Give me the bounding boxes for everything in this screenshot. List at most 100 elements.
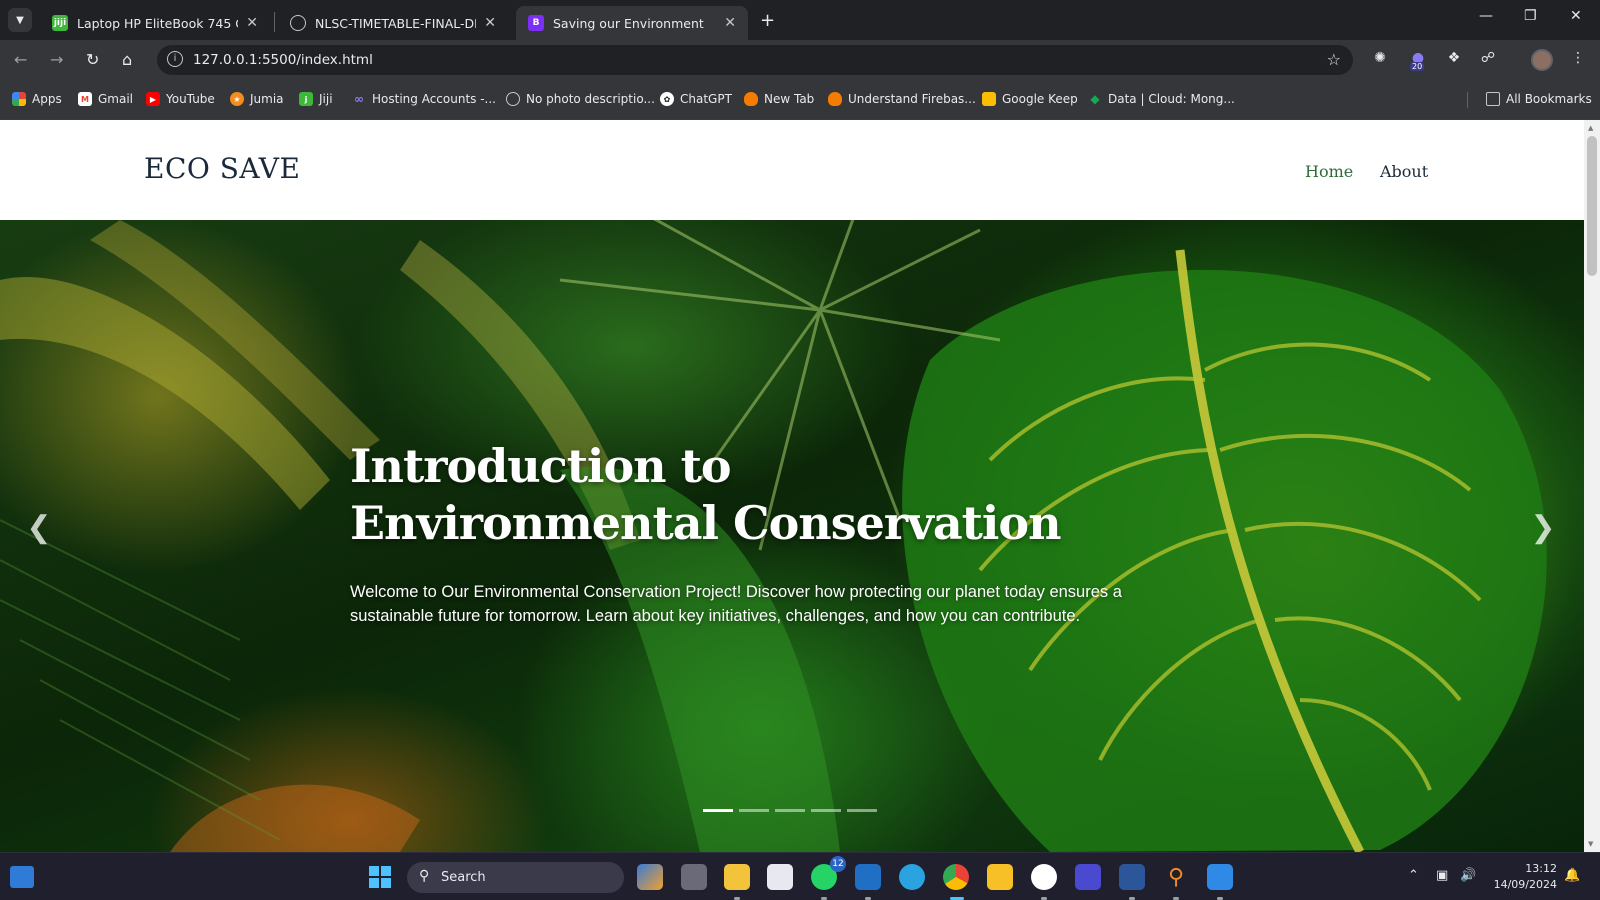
site-brand[interactable]: ECO SAVE <box>144 152 300 185</box>
site-navbar: ECO SAVE Home About <box>0 120 1584 220</box>
tray-overflow-icon[interactable]: ⌃ <box>1408 868 1419 883</box>
carousel-indicator-1[interactable] <box>703 809 733 812</box>
reload-icon[interactable]: ↻ <box>86 50 99 69</box>
back-icon[interactable]: ← <box>14 50 27 69</box>
site-info-icon[interactable]: i <box>167 51 183 67</box>
scroll-up-icon[interactable]: ▲ <box>1588 124 1593 132</box>
bookmark-no-photo[interactable]: No photo descriptio... <box>506 92 655 106</box>
page-scrollbar[interactable]: ▲ ▼ <box>1584 120 1600 852</box>
bookmark-firebase[interactable]: Understand Firebas... <box>828 92 976 106</box>
nav-link-home[interactable]: Home <box>1305 162 1353 181</box>
bookmark-apps[interactable]: Apps <box>12 92 62 106</box>
google-keep-icon[interactable] <box>987 864 1013 890</box>
scroll-down-icon[interactable]: ▼ <box>1588 840 1593 848</box>
notification-bell-icon[interactable]: 🔔 <box>1564 868 1580 883</box>
chrome-icon[interactable] <box>943 864 969 890</box>
bootstrap-icon: B <box>528 15 544 31</box>
url-text[interactable]: 127.0.0.1:5500/index.html <box>193 52 373 68</box>
scrollbar-thumb[interactable] <box>1587 136 1597 276</box>
task-view-icon[interactable] <box>681 864 707 890</box>
app-bars-icon[interactable] <box>1075 864 1101 890</box>
close-icon[interactable]: ✕ <box>484 15 496 31</box>
extensions-puzzle-icon[interactable]: ☍ <box>1478 50 1498 70</box>
bookmark-chatgpt[interactable]: ✿ ChatGPT <box>660 92 732 106</box>
new-tab-button[interactable]: + <box>760 10 775 31</box>
carousel-indicator-4[interactable] <box>811 809 841 812</box>
extension-x-icon[interactable]: ❖ <box>1444 50 1464 70</box>
minimize-icon[interactable]: — <box>1479 8 1493 24</box>
carousel-indicator-5[interactable] <box>847 809 877 812</box>
address-bar[interactable]: i 127.0.0.1:5500/index.html ☆ <box>157 45 1353 75</box>
keep-icon <box>982 92 996 106</box>
carousel-indicator-2[interactable] <box>739 809 769 812</box>
taskbar-clock[interactable]: 13:12 14/09/2024 <box>1483 861 1557 893</box>
apps-grid-icon <box>12 92 26 106</box>
microsoft-store-icon[interactable] <box>767 864 793 890</box>
bookmarks-divider <box>1467 92 1468 108</box>
tab-timetable[interactable]: NLSC-TIMETABLE-FINAL-DRAFT ✕ <box>278 6 508 40</box>
bookmark-gmail[interactable]: M Gmail <box>78 92 133 106</box>
close-icon[interactable]: ✕ <box>724 15 736 31</box>
bookmark-youtube[interactable]: ▶ YouTube <box>146 92 215 106</box>
chatgpt-icon: ✿ <box>660 92 674 106</box>
extension-gear-icon[interactable]: ✺ <box>1370 50 1390 70</box>
word-icon[interactable] <box>1119 864 1145 890</box>
search-icon: ⚲ <box>419 868 430 884</box>
globe-icon <box>290 15 306 31</box>
jumia-icon: ★ <box>230 92 244 106</box>
mongodb-icon: ◆ <box>1090 92 1100 106</box>
windows-taskbar: ⚲ Search 12 ⚲ ⌃ ▣ 🔊 13:12 14/09/2024 🔔 <box>0 852 1600 900</box>
taskbar-search[interactable]: ⚲ Search <box>407 862 624 893</box>
chevron-down-icon: ▼ <box>16 14 24 26</box>
nav-link-about[interactable]: About <box>1380 162 1428 181</box>
extension-badge: 20 <box>1410 62 1425 71</box>
tab-strip: ▼ jiji Laptop HP EliteBook 745 G2 4G ✕ N… <box>0 0 1600 40</box>
forward-icon[interactable]: → <box>50 50 63 69</box>
magnifier-app-icon[interactable]: ⚲ <box>1163 864 1189 890</box>
bookmark-google-keep[interactable]: Google Keep <box>982 92 1078 106</box>
profile-avatar[interactable] <box>1531 49 1553 71</box>
close-icon[interactable]: ✕ <box>246 15 258 31</box>
network-icon[interactable]: ▣ <box>1436 868 1448 883</box>
bookmark-hosting[interactable]: ∞ Hosting Accounts -... <box>352 92 496 106</box>
tab-divider <box>274 12 275 32</box>
page-viewport: ECO SAVE Home About ❮ ❯ Introduction to … <box>0 120 1584 852</box>
copilot-icon[interactable] <box>637 864 663 890</box>
tab-saving-environment[interactable]: B Saving our Environment ✕ <box>516 6 748 40</box>
bookmark-new-tab[interactable]: New Tab <box>744 92 814 106</box>
firebase-icon <box>744 92 758 106</box>
file-explorer-icon[interactable] <box>724 864 750 890</box>
hero-title: Introduction to Environmental Conservati… <box>350 439 1062 550</box>
bookmarks-bar: Apps M Gmail ▶ YouTube ★ Jumia j Jiji ∞ … <box>0 80 1600 120</box>
bookmark-mongodb[interactable]: ◆ Data | Cloud: Mong... <box>1088 92 1234 106</box>
start-icon[interactable] <box>367 864 393 890</box>
carousel-next-button[interactable]: ❯ <box>1528 510 1558 550</box>
bookmark-star-icon[interactable]: ☆ <box>1327 50 1341 69</box>
telegram-icon[interactable] <box>899 864 925 890</box>
youtube-icon: ▶ <box>146 92 160 106</box>
carousel-prev-button[interactable]: ❮ <box>24 510 54 550</box>
jiji-icon: jiji <box>52 15 68 31</box>
bookmark-jiji[interactable]: j Jiji <box>299 92 333 106</box>
menu-kebab-icon[interactable]: ⋮ <box>1568 50 1588 70</box>
all-bookmarks-button[interactable]: All Bookmarks <box>1486 92 1592 106</box>
volume-icon[interactable]: 🔊 <box>1460 868 1476 883</box>
home-icon[interactable]: ⌂ <box>122 50 132 69</box>
carousel-indicator-3[interactable] <box>775 809 805 812</box>
jiji-icon: j <box>299 92 313 106</box>
globe-icon <box>506 92 520 106</box>
folder-icon <box>1486 92 1500 106</box>
window-close-icon[interactable]: ✕ <box>1570 8 1582 24</box>
bookmark-jumia[interactable]: ★ Jumia <box>230 92 284 106</box>
chatgpt-icon[interactable] <box>1031 864 1057 890</box>
photos-icon[interactable] <box>1207 864 1233 890</box>
restore-icon[interactable]: ❐ <box>1524 8 1537 24</box>
hero-carousel: ❮ ❯ Introduction to Environmental Conser… <box>0 220 1584 852</box>
browser-toolbar: ← → ↻ ⌂ i 127.0.0.1:5500/index.html ☆ ✺ … <box>0 40 1600 80</box>
gmail-icon: M <box>78 92 92 106</box>
widgets-icon[interactable] <box>10 866 34 888</box>
tab-laptop[interactable]: jiji Laptop HP EliteBook 745 G2 4G ✕ <box>40 6 270 40</box>
vscode-icon[interactable] <box>855 864 881 890</box>
tab-search-button[interactable]: ▼ <box>8 8 32 32</box>
hero-description: Welcome to Our Environmental Conservatio… <box>350 583 1122 625</box>
